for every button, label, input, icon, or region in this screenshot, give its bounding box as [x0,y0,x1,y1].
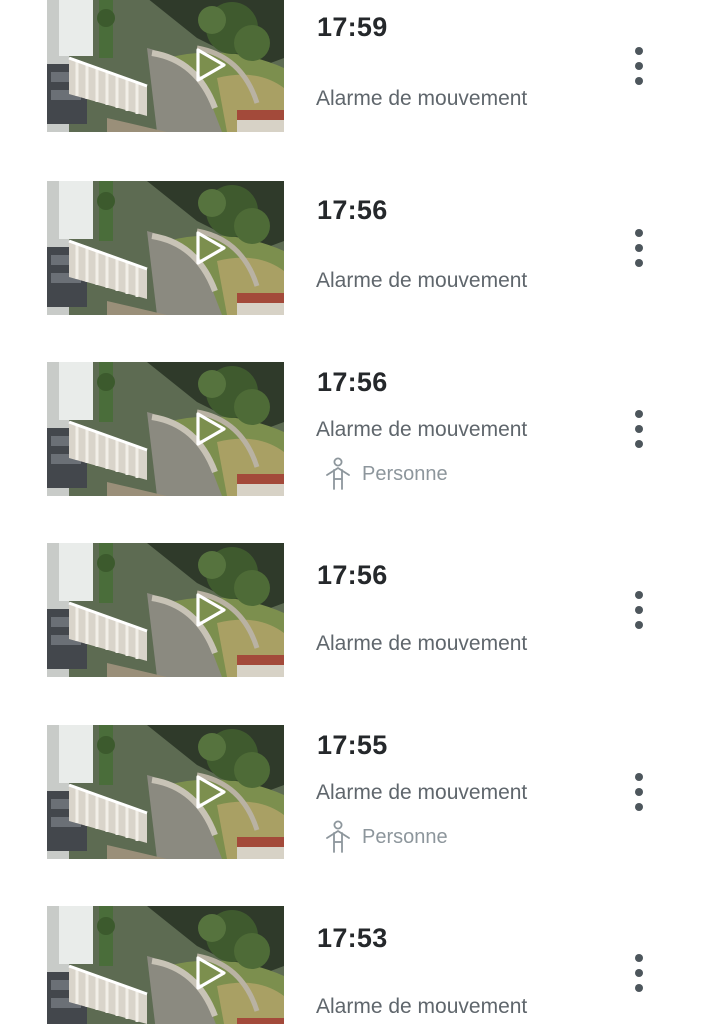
menu-dot [635,621,643,629]
play-icon[interactable] [193,954,229,992]
event-row[interactable]: 17:55 Alarme de mouvement Personne [0,725,710,859]
menu-dot [635,591,643,599]
menu-dot [635,77,643,85]
event-type: Alarme de mouvement [316,995,528,1018]
play-icon[interactable] [193,591,229,629]
event-type: Alarme de mouvement [316,418,528,441]
camera-scene-image [47,0,284,132]
menu-dot [635,803,643,811]
menu-dot [635,606,643,614]
person-detection-tag: Personne [324,820,448,854]
camera-scene-image [47,362,284,496]
video-thumbnail[interactable] [47,181,284,315]
more-vertical-icon [635,44,643,89]
menu-dot [635,62,643,70]
event-type: Alarme de mouvement [316,87,528,110]
tag-label: Personne [362,825,448,848]
person-icon-glyph [326,820,350,853]
video-thumbnail[interactable] [47,543,284,677]
menu-dot [635,984,643,992]
more-vertical-icon [635,951,643,996]
event-row[interactable]: 17:59 Alarme de mouvement [0,0,710,132]
video-thumbnail[interactable] [47,0,284,132]
event-row[interactable]: 17:56 Alarme de mouvement Personne [0,362,710,496]
more-vertical-icon [635,588,643,633]
event-time: 17:59 [317,12,388,42]
more-options-button[interactable] [624,402,654,456]
menu-dot [635,969,643,977]
menu-dot [635,425,643,433]
tag-label: Personne [362,462,448,485]
event-time: 17:56 [317,560,388,590]
camera-scene-image [47,906,284,1024]
play-icon[interactable] [193,773,229,811]
menu-dot [635,773,643,781]
person-detection-tag: Personne [324,457,448,491]
play-icon[interactable] [193,410,229,448]
menu-dot [635,954,643,962]
more-options-button[interactable] [624,583,654,637]
event-list: 17:59 Alarme de mouvement 17:56 Alarme d… [0,0,710,1024]
event-type: Alarme de mouvement [316,269,528,292]
video-thumbnail[interactable] [47,906,284,1024]
menu-dot [635,259,643,267]
camera-scene-image [47,725,284,859]
more-vertical-icon [635,226,643,271]
more-options-button[interactable] [624,221,654,275]
event-type: Alarme de mouvement [316,632,528,655]
event-type: Alarme de mouvement [316,781,528,804]
more-options-button[interactable] [624,946,654,1000]
video-thumbnail[interactable] [47,362,284,496]
event-time: 17:55 [317,730,388,760]
menu-dot [635,440,643,448]
menu-dot [635,229,643,237]
event-time: 17:53 [317,923,388,953]
play-icon[interactable] [193,229,229,267]
video-thumbnail[interactable] [47,725,284,859]
menu-dot [635,410,643,418]
play-icon[interactable] [193,46,229,84]
event-row[interactable]: 17:56 Alarme de mouvement [0,543,710,677]
event-row[interactable]: 17:53 Alarme de mouvement [0,906,710,1024]
more-vertical-icon [635,407,643,452]
menu-dot [635,244,643,252]
camera-scene-image [47,543,284,677]
event-row[interactable]: 17:56 Alarme de mouvement [0,181,710,315]
person-icon-glyph [326,457,350,490]
more-vertical-icon [635,770,643,815]
menu-dot [635,47,643,55]
camera-scene-image [47,181,284,315]
more-options-button[interactable] [624,39,654,93]
menu-dot [635,788,643,796]
event-time: 17:56 [317,195,388,225]
event-time: 17:56 [317,367,388,397]
more-options-button[interactable] [624,765,654,819]
